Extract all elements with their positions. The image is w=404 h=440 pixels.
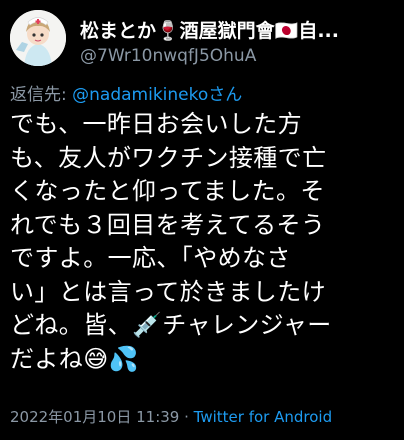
author-avatar[interactable]: [10, 10, 66, 66]
tweet-line: れでも３回目を考えてるそう: [10, 210, 326, 239]
tweet-line: ですよ。一応、「やめなさ: [10, 244, 291, 272]
tweet-line: でも、一昨日お会いした方: [10, 110, 303, 138]
tweet-line: い」とは言って於きましたけ: [10, 277, 326, 306]
nurse-avatar-icon: [10, 10, 66, 66]
tweet-line: くなったと仰ってました。そ: [10, 177, 325, 205]
tweet-timestamp[interactable]: 2022年01月10日 11:39: [10, 408, 179, 426]
reply-to-prefix: 返信先:: [10, 85, 73, 105]
tweet-line: どね。皆、💉チャレンジャー: [10, 311, 332, 339]
meta-separator: ·: [179, 408, 194, 426]
tweet-meta: 2022年01月10日 11:39 · Twitter for Android: [10, 406, 400, 427]
reply-to-mention-link[interactable]: @nadamikinekoさん: [72, 85, 242, 105]
reply-to-line: 返信先: @nadamikinekoさん: [10, 80, 242, 105]
author-display-name[interactable]: 松まとか🍷酒屋獄門會🇯🇵自...: [80, 16, 394, 43]
tweet-header: 松まとか🍷酒屋獄門會🇯🇵自... @7Wr10nwqfJ5OhuA: [10, 10, 394, 72]
tweet-line: だよね😅💦: [10, 344, 139, 373]
tweet-text: でも、一昨日お会いした方 も、友人がワクチン接種で亡 くなったと仰ってました。そ…: [10, 108, 396, 376]
author-handle[interactable]: @7Wr10nwqfJ5OhuA: [80, 46, 256, 66]
tweet-source-link[interactable]: Twitter for Android: [194, 408, 332, 426]
tweet-line: も、友人がワクチン接種で亡: [10, 143, 327, 172]
